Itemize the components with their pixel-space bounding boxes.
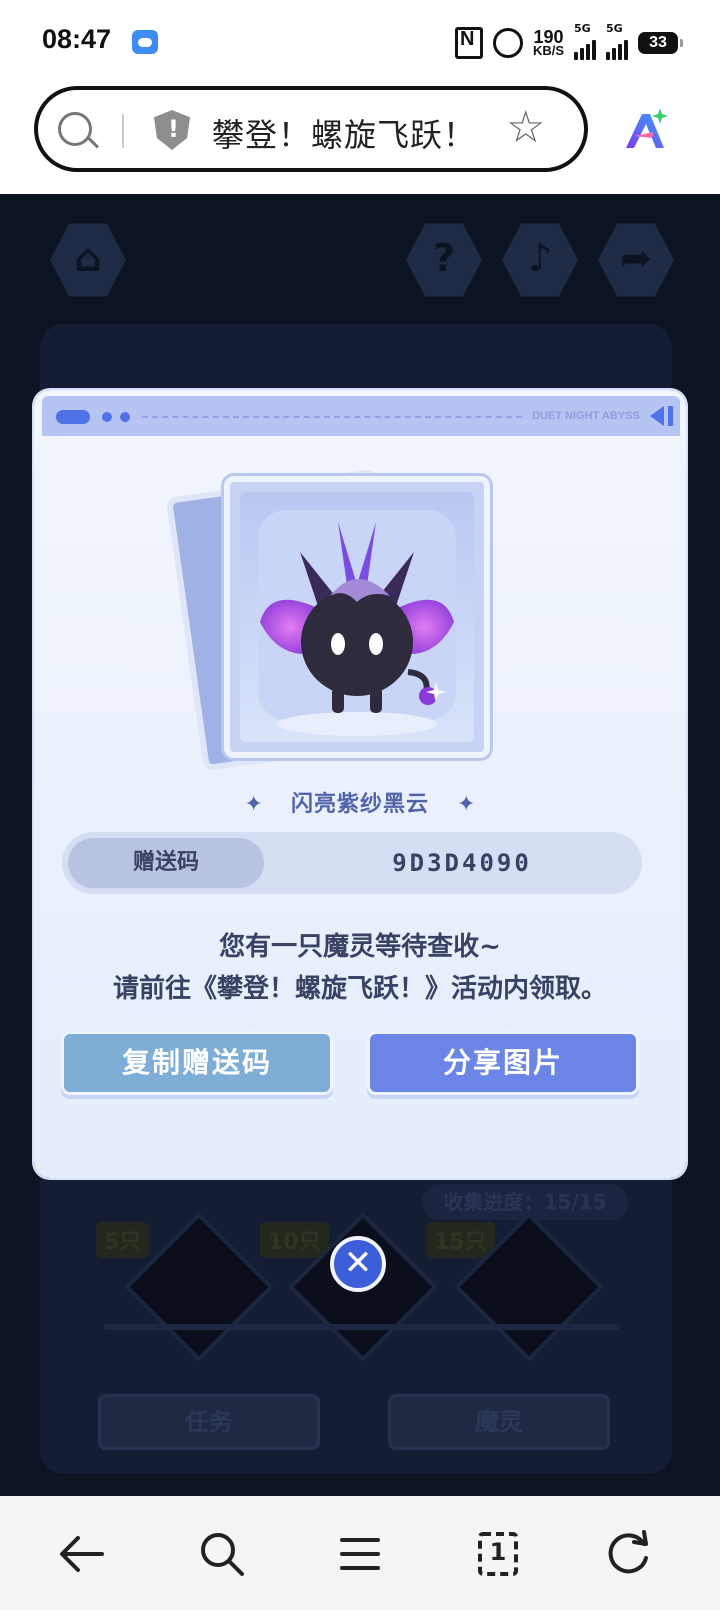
message-line-2: 请前往《攀登！螺旋飞跃！》活动内领取。 xyxy=(112,974,607,1004)
pet-illustration xyxy=(260,522,454,736)
page-title[interactable]: 攀登！螺旋飞跃！ xyxy=(212,110,476,156)
home-icon[interactable]: ⌂ xyxy=(50,223,126,297)
menu-icon[interactable] xyxy=(330,1524,390,1584)
search-icon[interactable] xyxy=(58,112,92,146)
star-icon[interactable]: ☆ xyxy=(506,106,545,150)
gift-code-value: 9D3D4090 xyxy=(392,849,532,877)
gift-code-dialog: DUET NIGHT ABYSS ✦ 闪亮紫纱黑云 ✦ 赠送码 9D3D4090… xyxy=(34,390,686,1178)
tab-spirits[interactable]: 魔灵 xyxy=(388,1394,610,1450)
signal-icon: 5G xyxy=(606,22,628,60)
dialog-header: DUET NIGHT ABYSS xyxy=(42,396,680,436)
sparkle-icon: ✦ xyxy=(457,792,476,817)
battery-icon: 33 xyxy=(638,32,683,54)
tabs-button[interactable]: 1 xyxy=(468,1524,528,1584)
pet-name-row: ✦ 闪亮紫纱黑云 ✦ xyxy=(34,786,686,826)
milestone-label: 15只 xyxy=(426,1222,495,1258)
play-icon xyxy=(650,406,664,426)
pet-name: 闪亮紫纱黑云 xyxy=(290,792,429,817)
music-icon[interactable]: ♪ xyxy=(502,223,578,297)
signal-icon: 5G xyxy=(574,22,596,60)
ai-assistant-icon[interactable] xyxy=(620,106,668,154)
refresh-icon[interactable] xyxy=(598,1524,658,1584)
progress-bar xyxy=(104,1324,620,1330)
sparkle-icon: ✦ xyxy=(244,792,263,817)
milestone-label: 5只 xyxy=(96,1222,150,1258)
shield-icon[interactable] xyxy=(154,110,190,150)
gift-code-box: 赠送码 9D3D4090 xyxy=(62,832,642,894)
milestone-label: 10只 xyxy=(260,1222,329,1258)
status-bar: 08:47 190 KB/S 5G 5G 33 xyxy=(0,0,720,84)
message-line-1: 您有一只魔灵等待查收~ xyxy=(219,932,501,962)
tab-tasks[interactable]: 任务 xyxy=(98,1394,320,1450)
gift-code-label: 赠送码 xyxy=(68,838,264,888)
clock: 08:47 xyxy=(42,24,112,54)
help-icon[interactable]: ? xyxy=(406,223,482,297)
url-field[interactable]: 攀登！螺旋飞跃！ ☆ xyxy=(34,86,588,172)
divider xyxy=(122,114,124,148)
copy-code-button[interactable]: 复制赠送码 xyxy=(64,1034,330,1092)
browser-address-bar: 攀登！螺旋飞跃！ ☆ xyxy=(0,84,720,194)
alarm-icon xyxy=(492,28,523,58)
brand-text: DUET NIGHT ABYSS xyxy=(532,410,640,422)
pet-card xyxy=(224,476,490,758)
close-icon[interactable]: ✕ xyxy=(330,1236,386,1292)
back-icon[interactable] xyxy=(52,1524,112,1584)
browser-bottom-nav: 1 xyxy=(0,1496,720,1610)
tabs-count: 1 xyxy=(489,1538,507,1566)
share-icon[interactable]: ➦ xyxy=(598,223,674,297)
network-speed: 190 KB/S xyxy=(532,27,564,58)
search-icon[interactable] xyxy=(192,1524,252,1584)
nfc-icon xyxy=(454,27,483,59)
share-image-button[interactable]: 分享图片 xyxy=(370,1034,636,1092)
weather-icon xyxy=(132,30,158,54)
